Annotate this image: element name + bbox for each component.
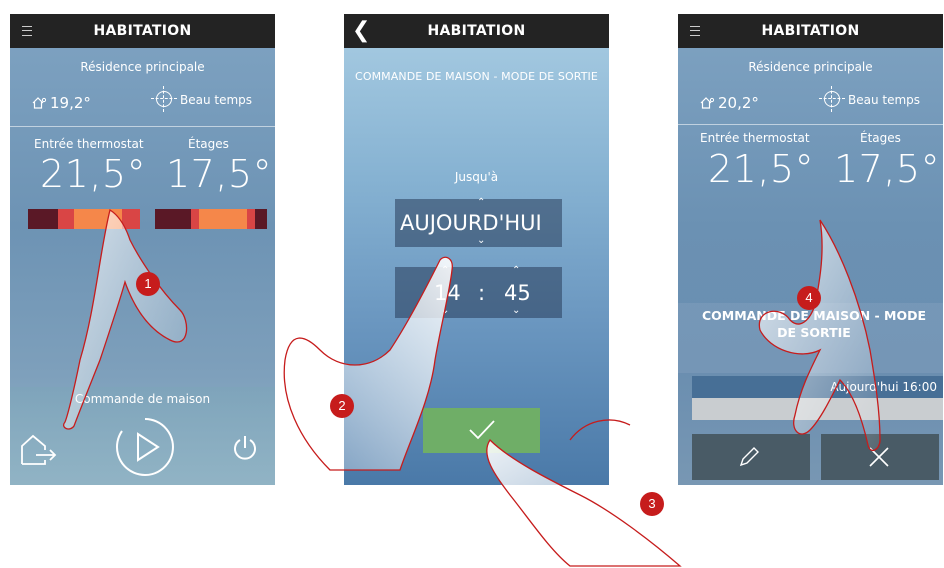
hand-pointer-illustration bbox=[758, 219, 881, 452]
minute-down-chevron-icon[interactable]: ⌄ bbox=[512, 305, 520, 316]
day-value: AUJOURD'HUI bbox=[400, 211, 542, 235]
sun-icon bbox=[151, 86, 177, 112]
until-label: Jusqu'à bbox=[454, 170, 499, 184]
zone-label-etages: Étages bbox=[188, 137, 229, 151]
home-thermometer-icon bbox=[700, 97, 714, 109]
zone-temp-etages[interactable]: 17,5° bbox=[834, 147, 940, 191]
weather-label: Beau temps bbox=[180, 93, 253, 107]
step-marker-1: 1 bbox=[136, 272, 160, 296]
app-header: ❮ HABITATION bbox=[344, 14, 609, 48]
minute-up-chevron-icon[interactable]: ⌃ bbox=[512, 265, 520, 276]
hand-pointer-illustration bbox=[486, 419, 682, 567]
zone-label-entree: Entrée thermostat bbox=[700, 131, 810, 145]
app-header: HABITATION bbox=[678, 14, 943, 48]
home-thermometer-icon bbox=[32, 97, 46, 109]
step-marker-3: 3 bbox=[640, 492, 664, 516]
power-icon[interactable] bbox=[232, 434, 258, 462]
header-title: HABITATION bbox=[761, 23, 860, 39]
outdoor-temperature: 19,2° bbox=[50, 94, 91, 112]
day-up-chevron-icon[interactable]: ⌃ bbox=[477, 197, 485, 208]
divider bbox=[678, 124, 943, 125]
outdoor-temperature: 20,2° bbox=[718, 94, 759, 112]
app-header: HABITATION bbox=[10, 14, 275, 48]
sun-icon bbox=[819, 86, 845, 112]
step-marker-2: 2 bbox=[330, 394, 354, 418]
residence-name: Résidence principale bbox=[748, 60, 873, 74]
zone-label-entree: Entrée thermostat bbox=[34, 137, 144, 151]
hand-pointer-illustration bbox=[63, 208, 188, 430]
weather-label: Beau temps bbox=[848, 93, 921, 107]
hand-pointer-illustration bbox=[283, 256, 453, 471]
divider bbox=[10, 126, 275, 127]
step-marker-4: 4 bbox=[797, 286, 821, 310]
page-title: COMMANDE DE MAISON - MODE DE SORTIE bbox=[355, 70, 598, 83]
zone-label-etages: Étages bbox=[860, 131, 901, 145]
zone-temp-entree[interactable]: 21,5° bbox=[708, 147, 814, 191]
header-title: HABITATION bbox=[427, 23, 526, 39]
minute-value[interactable]: 45 bbox=[504, 281, 531, 305]
residence-name: Résidence principale bbox=[80, 60, 205, 74]
header-title: HABITATION bbox=[93, 23, 192, 39]
